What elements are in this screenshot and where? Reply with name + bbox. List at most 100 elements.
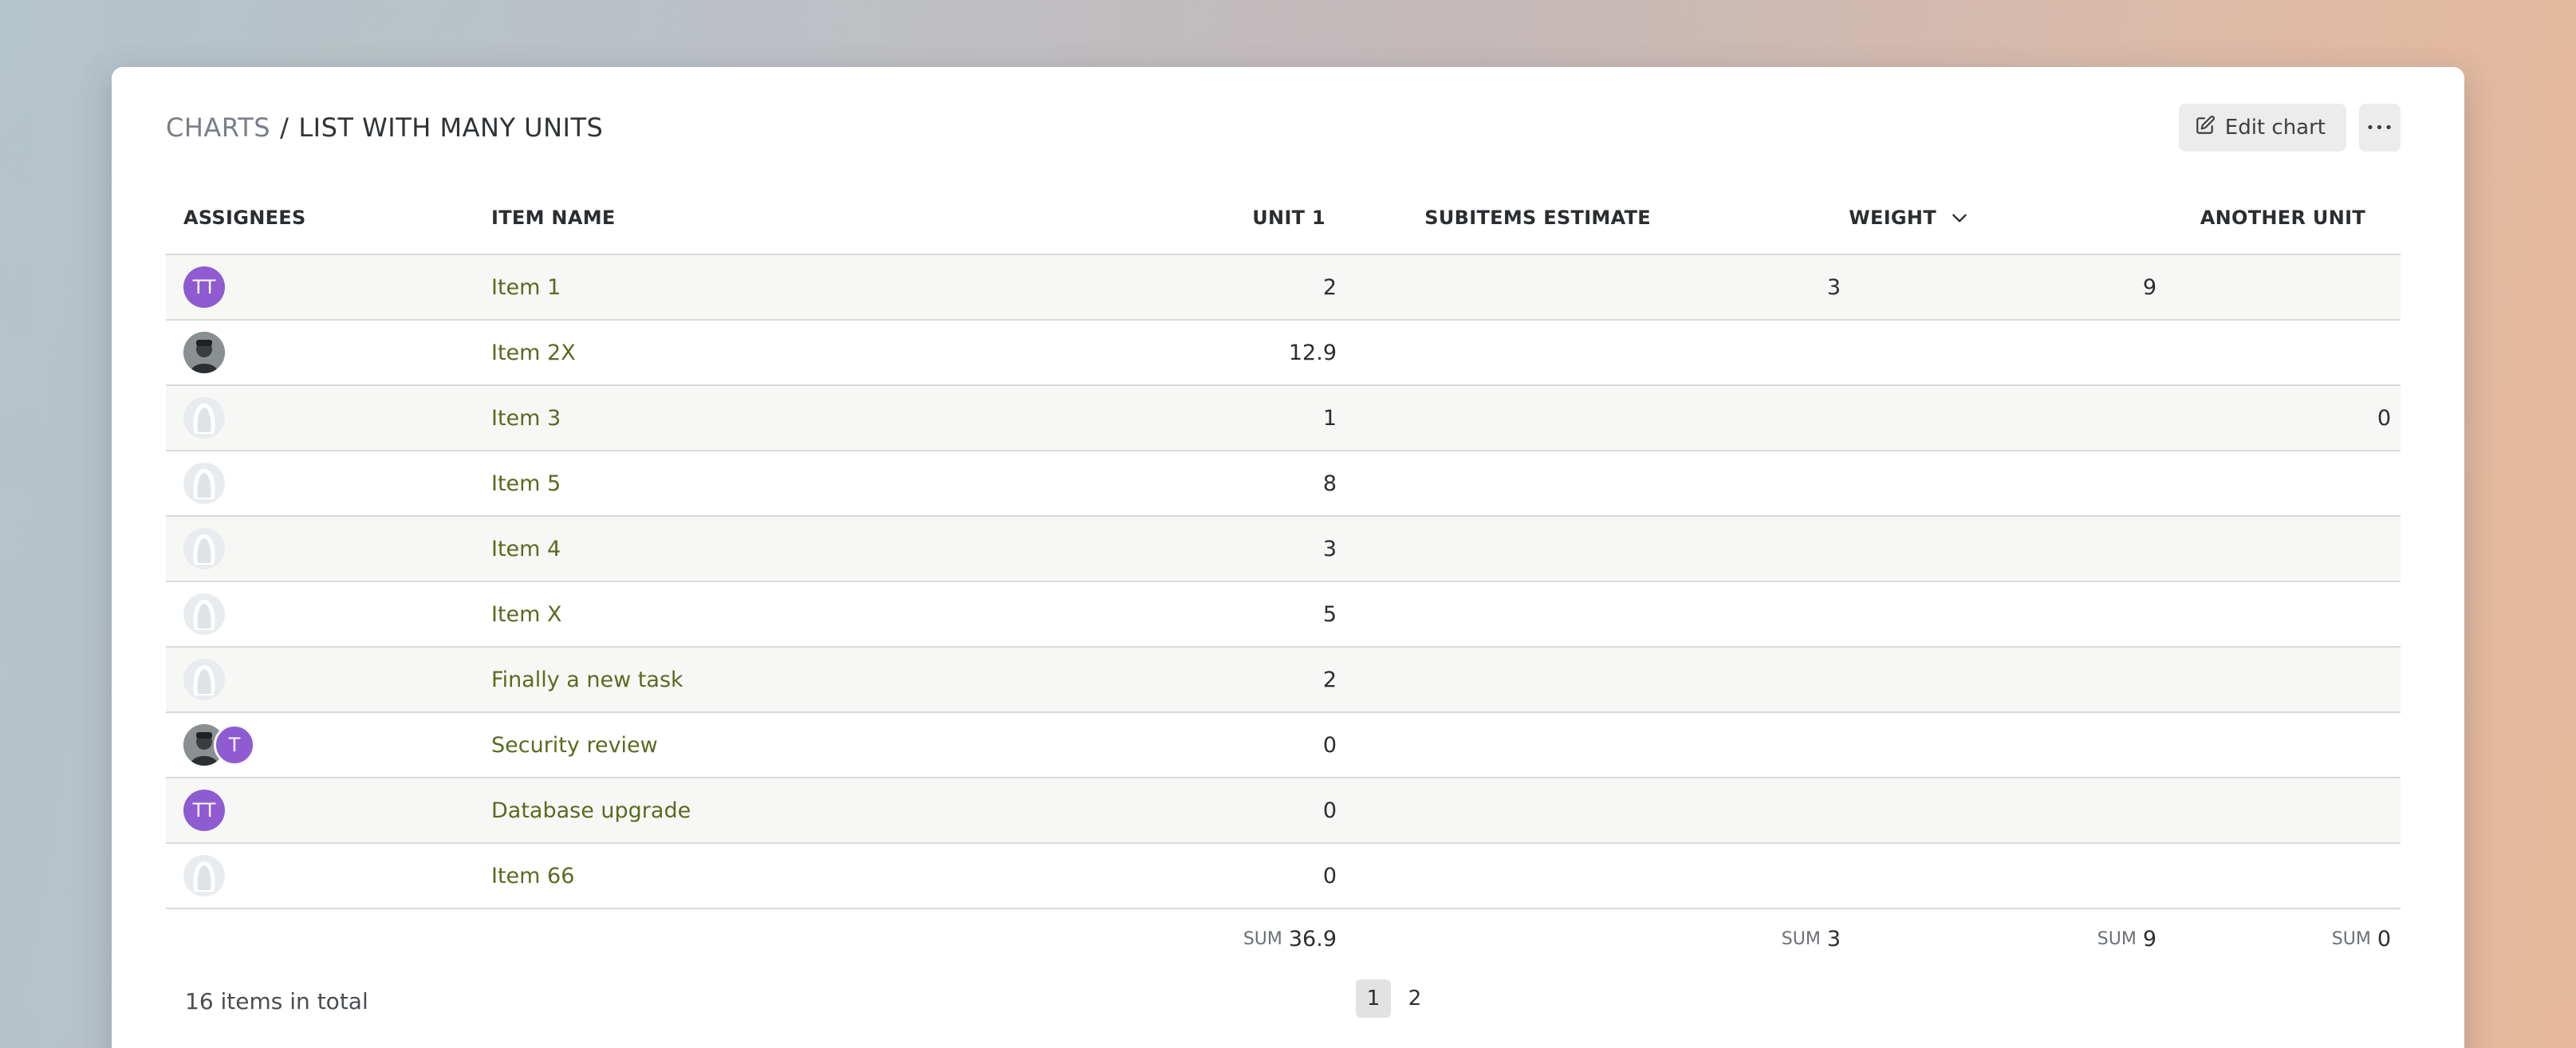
another-unit-cell[interactable]	[2168, 517, 2391, 581]
unit1-cell[interactable]: 1	[884, 386, 1337, 450]
assignees-cell[interactable]: T	[183, 713, 423, 777]
unit1-cell[interactable]: 0	[884, 713, 1337, 777]
another-unit-cell[interactable]	[2168, 255, 2391, 319]
avatar[interactable]: TT	[183, 790, 225, 831]
item-link[interactable]: Item 66	[491, 864, 574, 888]
breadcrumb: CHARTS / LIST WITH MANY UNITS	[166, 112, 603, 143]
assignees-cell[interactable]: TT	[183, 255, 423, 319]
table-row: Item 2X 12.9	[166, 321, 2401, 386]
item-link[interactable]: Finally a new task	[491, 668, 683, 692]
avatar-placeholder-icon[interactable]	[183, 528, 225, 569]
subitems-estimate-cell[interactable]	[1362, 713, 1841, 777]
another-unit-cell[interactable]	[2168, 321, 2391, 384]
table-row: Item 3 1 0	[166, 386, 2401, 451]
avatar-placeholder-icon[interactable]	[183, 659, 225, 700]
unit1-cell[interactable]: 2	[884, 255, 1337, 319]
assignees-cell[interactable]	[183, 582, 423, 646]
subitems-estimate-cell[interactable]	[1362, 648, 1841, 711]
item-link[interactable]: Database upgrade	[491, 798, 691, 823]
another-unit-cell[interactable]	[2168, 778, 2391, 842]
unit1-cell[interactable]: 2	[884, 648, 1337, 711]
sum-label: SUM	[2097, 928, 2137, 949]
avatar-placeholder-icon[interactable]	[183, 397, 225, 439]
avatar-placeholder-icon[interactable]	[183, 593, 225, 635]
assignees-cell[interactable]	[183, 844, 423, 908]
weight-cell[interactable]	[1849, 321, 2157, 384]
item-name-cell: Item 5	[491, 451, 890, 515]
item-name-cell: Item 4	[491, 517, 890, 581]
avatar[interactable]	[183, 332, 225, 373]
item-name-cell: Security review	[491, 713, 890, 777]
another-unit-cell[interactable]: 0	[2168, 386, 2391, 450]
avatar-group	[183, 332, 225, 373]
item-link[interactable]: Item 5	[491, 471, 561, 496]
chart-card: CHARTS / LIST WITH MANY UNITS Edit chart…	[112, 67, 2464, 1048]
weight-cell[interactable]	[1849, 386, 2157, 450]
another-unit-cell[interactable]	[2168, 582, 2391, 646]
subitems-estimate-cell[interactable]	[1362, 517, 1841, 581]
item-link[interactable]: Security review	[491, 733, 658, 758]
unit1-cell[interactable]: 12.9	[884, 321, 1337, 384]
another-unit-cell[interactable]	[2168, 844, 2391, 908]
another-unit-cell[interactable]	[2168, 713, 2391, 777]
weight-cell[interactable]	[1849, 582, 2157, 646]
subitems-estimate-cell[interactable]	[1362, 844, 1841, 908]
another-unit-cell[interactable]	[2168, 648, 2391, 711]
assignees-cell[interactable]	[183, 386, 423, 450]
item-link[interactable]: Item X	[491, 602, 562, 627]
sum-value: 3	[1826, 926, 1841, 951]
edit-chart-button[interactable]: Edit chart	[2178, 104, 2346, 152]
sum-weight: SUM 9	[1849, 909, 2157, 968]
assignees-cell[interactable]: TT	[183, 778, 423, 842]
unit1-cell[interactable]: 0	[884, 844, 1337, 908]
weight-cell[interactable]	[1849, 451, 2157, 515]
table-row: Finally a new task 2	[166, 648, 2401, 713]
more-horizontal-icon: •••	[2365, 119, 2394, 136]
unit1-cell[interactable]: 0	[884, 778, 1337, 842]
subitems-estimate-cell[interactable]	[1362, 321, 1841, 384]
table-row: T Security review 0	[166, 713, 2401, 778]
page-button-2[interactable]: 2	[1397, 979, 1432, 1018]
subitems-estimate-cell[interactable]	[1362, 386, 1841, 450]
unit1-cell[interactable]: 8	[884, 451, 1337, 515]
weight-cell[interactable]	[1849, 844, 2157, 908]
assignees-cell[interactable]	[183, 451, 423, 515]
subitems-estimate-cell[interactable]	[1362, 582, 1841, 646]
unit1-cell[interactable]: 5	[884, 582, 1337, 646]
another-unit-cell[interactable]	[2168, 451, 2391, 515]
weight-cell[interactable]	[1849, 517, 2157, 581]
avatar[interactable]: T	[214, 724, 255, 766]
sum-unit1: SUM 36.9	[884, 909, 1337, 968]
item-link[interactable]: Item 3	[491, 406, 561, 431]
assignees-cell[interactable]	[183, 321, 423, 384]
weight-cell[interactable]: 9	[1849, 255, 2157, 319]
avatar-placeholder-icon[interactable]	[183, 463, 225, 504]
avatar[interactable]: TT	[183, 266, 225, 308]
breadcrumb-separator: /	[280, 112, 290, 143]
item-link[interactable]: Item 4	[491, 537, 561, 561]
more-options-button[interactable]: •••	[2359, 104, 2401, 152]
item-name-cell: Item 3	[491, 386, 890, 450]
subitems-estimate-cell[interactable]	[1362, 778, 1841, 842]
subitems-estimate-cell[interactable]: 3	[1362, 255, 1841, 319]
assignees-cell[interactable]	[183, 648, 423, 711]
unit1-cell[interactable]: 3	[884, 517, 1337, 581]
table-row: Item 4 3	[166, 517, 2401, 582]
subitems-estimate-cell[interactable]	[1362, 451, 1841, 515]
table-header: ASSIGNEES ITEM NAME UNIT 1 SUBITEMS ESTI…	[166, 182, 2401, 255]
avatar-group	[183, 659, 225, 700]
avatar-group: TT	[183, 790, 225, 831]
assignees-cell[interactable]	[183, 517, 423, 581]
avatar-group: T	[183, 724, 255, 766]
avatar-placeholder-icon[interactable]	[183, 855, 225, 896]
avatar-group	[183, 463, 225, 504]
page-button-1[interactable]: 1	[1356, 979, 1391, 1018]
item-link[interactable]: Item 2X	[491, 341, 576, 365]
avatar-initials: TT	[192, 276, 216, 298]
weight-cell[interactable]	[1849, 778, 2157, 842]
weight-cell[interactable]	[1849, 713, 2157, 777]
weight-cell[interactable]	[1849, 648, 2157, 711]
breadcrumb-charts-link[interactable]: CHARTS	[166, 112, 270, 143]
item-link[interactable]: Item 1	[491, 275, 561, 300]
column-header-another-unit[interactable]: ANOTHER UNIT	[166, 182, 2365, 254]
